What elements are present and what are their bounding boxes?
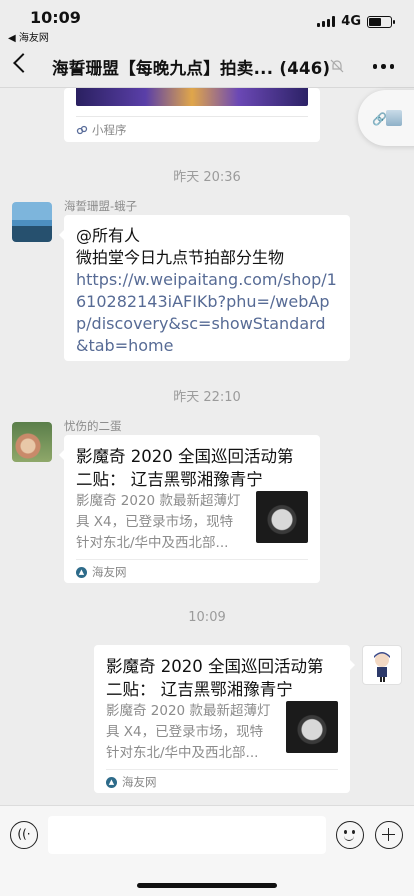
text-message[interactable]: @所有人 微拍堂今日九点节拍部分生物 https://w.weipaitang.… (59, 215, 350, 361)
link-card-title: 影魔奇 2020 全国巡回活动第二贴： 辽吉黑鄂湘豫青宁 (76, 447, 294, 489)
status-indicators: 4G (317, 14, 395, 29)
source-logo-icon: ▲ (106, 776, 117, 788)
link-card-source: ▲ 海友网 (76, 564, 127, 580)
message-line: 微拍堂今日九点节拍部分生物 (76, 248, 285, 267)
plus-icon[interactable] (375, 821, 403, 849)
avatar[interactable] (12, 202, 52, 242)
avatar-character-icon (374, 652, 390, 682)
floating-thumbnail (386, 110, 402, 126)
avatar[interactable] (12, 422, 52, 462)
sender-name: 忧伤的二蛋 (64, 419, 122, 433)
message-link[interactable]: https://w.weipaitang.com/shop/1610282143… (76, 269, 338, 357)
link-card[interactable]: 影魔奇 2020 全国巡回活动第二贴： 辽吉黑鄂湘豫青宁 影魔奇 2020 款最… (59, 435, 320, 583)
link-card[interactable]: 影魔奇 2020 全国巡回活动第二贴： 辽吉黑鄂湘豫青宁 影魔奇 2020 款最… (94, 645, 355, 793)
mini-program-image (76, 88, 308, 106)
link-card-description: 影魔奇 2020 款最新超薄灯具 X4，已登录市场，现特针对东北/华中及西北部.… (106, 703, 271, 761)
source-label: 海友网 (92, 565, 127, 579)
back-chevron-icon[interactable] (13, 53, 33, 73)
mini-program-label: 小程序 (92, 123, 127, 137)
source-logo-icon: ▲ (76, 566, 87, 578)
status-time: 10:09 (30, 8, 81, 27)
voice-input-icon[interactable]: ((· (10, 821, 38, 849)
signal-icon (317, 16, 336, 27)
sender-name: 海誓珊盟-蛾子 (64, 199, 138, 213)
message-input[interactable] (48, 816, 326, 854)
link-card-description: 影魔奇 2020 款最新超薄灯具 X4，已登录市场，现特针对东北/华中及西北部.… (76, 493, 241, 551)
status-bar: 10:09 ◀ 海友网 4G (0, 0, 414, 44)
timestamp: 昨天 22:10 (173, 390, 241, 405)
more-options-icon[interactable] (372, 64, 394, 69)
link-card-source: ▲ 海友网 (106, 774, 157, 790)
back-to-app-link[interactable]: ◀ 海友网 (8, 29, 49, 44)
mini-program-footer: 小程序 (76, 122, 127, 138)
source-label: 海友网 (122, 775, 157, 789)
network-label: 4G (341, 14, 361, 29)
floating-window-button[interactable]: 🔗 (358, 90, 414, 146)
chat-header: 海誓珊盟【每晚九点】拍卖... (446) (0, 44, 414, 88)
home-indicator (137, 883, 277, 888)
link-card-thumbnail (286, 701, 338, 753)
my-avatar[interactable] (362, 645, 402, 685)
link-icon: 🔗 (372, 112, 387, 126)
emoji-icon[interactable] (336, 821, 364, 849)
battery-icon (367, 15, 395, 28)
mini-program-card[interactable]: 小程序 (64, 88, 320, 142)
mute-bell-icon (330, 59, 344, 73)
chat-title: 海誓珊盟【每晚九点】拍卖... (446) (52, 59, 331, 78)
link-card-thumbnail (256, 491, 308, 543)
message-line: @所有人 (76, 226, 141, 245)
mini-program-icon (76, 125, 88, 135)
link-card-title: 影魔奇 2020 全国巡回活动第二贴： 辽吉黑鄂湘豫青宁 (106, 657, 324, 699)
timestamp: 10:09 (188, 610, 226, 625)
timestamp: 昨天 20:36 (173, 170, 241, 185)
